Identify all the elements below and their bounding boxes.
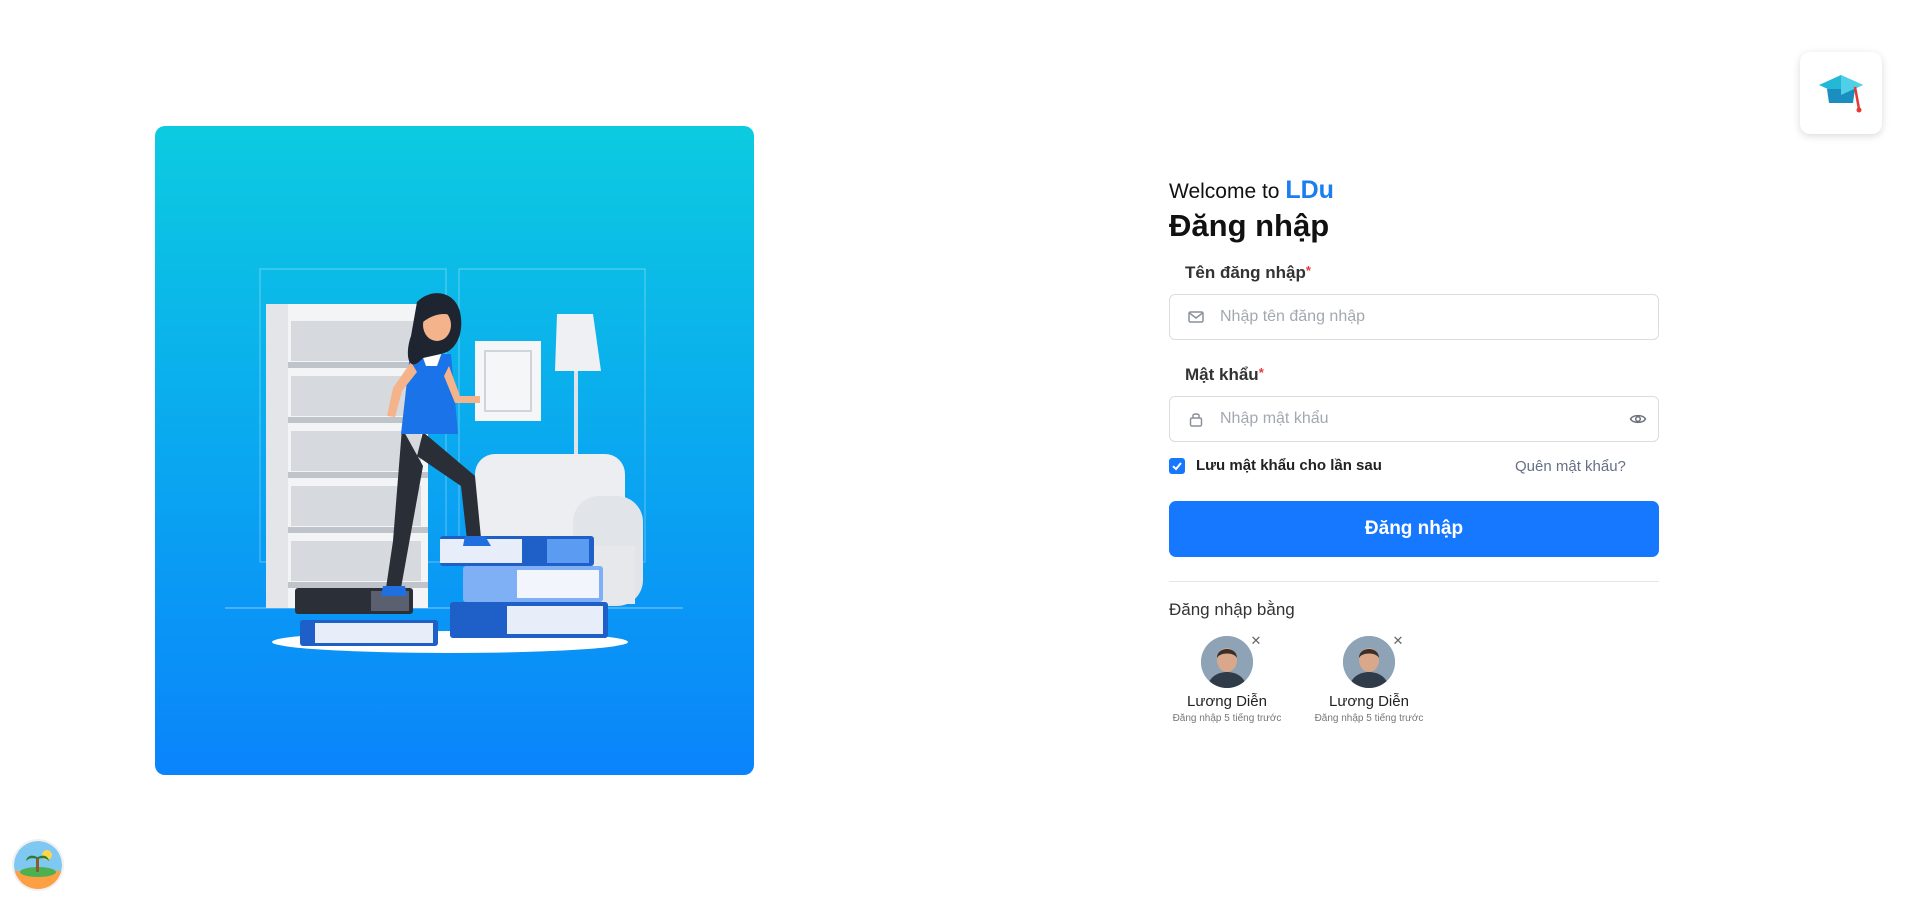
divider [1169, 581, 1659, 582]
account-last-login: Đăng nhập 5 tiếng trước [1314, 713, 1424, 724]
forgot-password-link[interactable]: Quên mật khẩu? [1515, 458, 1626, 475]
island-badge-icon[interactable] [14, 841, 62, 889]
required-mark: * [1305, 263, 1311, 278]
password-label-text: Mật khẩu [1185, 365, 1259, 384]
password-input[interactable] [1218, 409, 1618, 429]
username-field[interactable] [1169, 294, 1659, 340]
remember-label: Lưu mật khẩu cho lần sau [1196, 457, 1382, 474]
account-last-login: Đăng nhập 5 tiếng trước [1172, 713, 1282, 724]
required-mark: * [1258, 365, 1264, 380]
saved-account[interactable]: ✕ Lương Diễn Đăng nhập 5 tiếng trước [1304, 634, 1434, 725]
app-logo[interactable] [1800, 52, 1882, 134]
check-icon [1172, 461, 1182, 470]
login-illustration [155, 126, 754, 775]
close-icon[interactable]: ✕ [1249, 634, 1263, 648]
welcome-prefix: Welcome to [1169, 180, 1280, 203]
close-icon[interactable]: ✕ [1391, 634, 1405, 648]
remember-checkbox[interactable] [1169, 457, 1185, 474]
username-input[interactable] [1218, 307, 1658, 327]
saved-account[interactable]: ✕ Lương Diễn Đăng nhập 5 tiếng trước [1162, 634, 1292, 725]
mail-icon [1170, 308, 1218, 326]
account-name: Lương Diễn [1187, 693, 1267, 710]
brand-name: LDu [1285, 176, 1334, 204]
welcome-heading: Welcome to LDu [1169, 176, 1334, 205]
avatar [1201, 636, 1253, 688]
alt-login-label: Đăng nhập bằng [1169, 600, 1295, 619]
graduation-cap-icon [1819, 75, 1863, 113]
password-label: Mật khẩu* [1185, 365, 1264, 385]
page-title: Đăng nhập [1169, 208, 1330, 243]
lock-icon [1170, 410, 1218, 428]
username-label: Tên đăng nhập* [1185, 263, 1311, 283]
password-field[interactable] [1169, 396, 1659, 442]
username-label-text: Tên đăng nhập [1185, 263, 1306, 282]
login-button[interactable]: Đăng nhập [1169, 501, 1659, 557]
avatar [1343, 636, 1395, 688]
eye-icon[interactable] [1618, 410, 1658, 428]
person-climbing-books-illustration [225, 268, 683, 653]
remember-password[interactable]: Lưu mật khẩu cho lần sau [1169, 457, 1382, 474]
account-name: Lương Diễn [1329, 693, 1409, 710]
